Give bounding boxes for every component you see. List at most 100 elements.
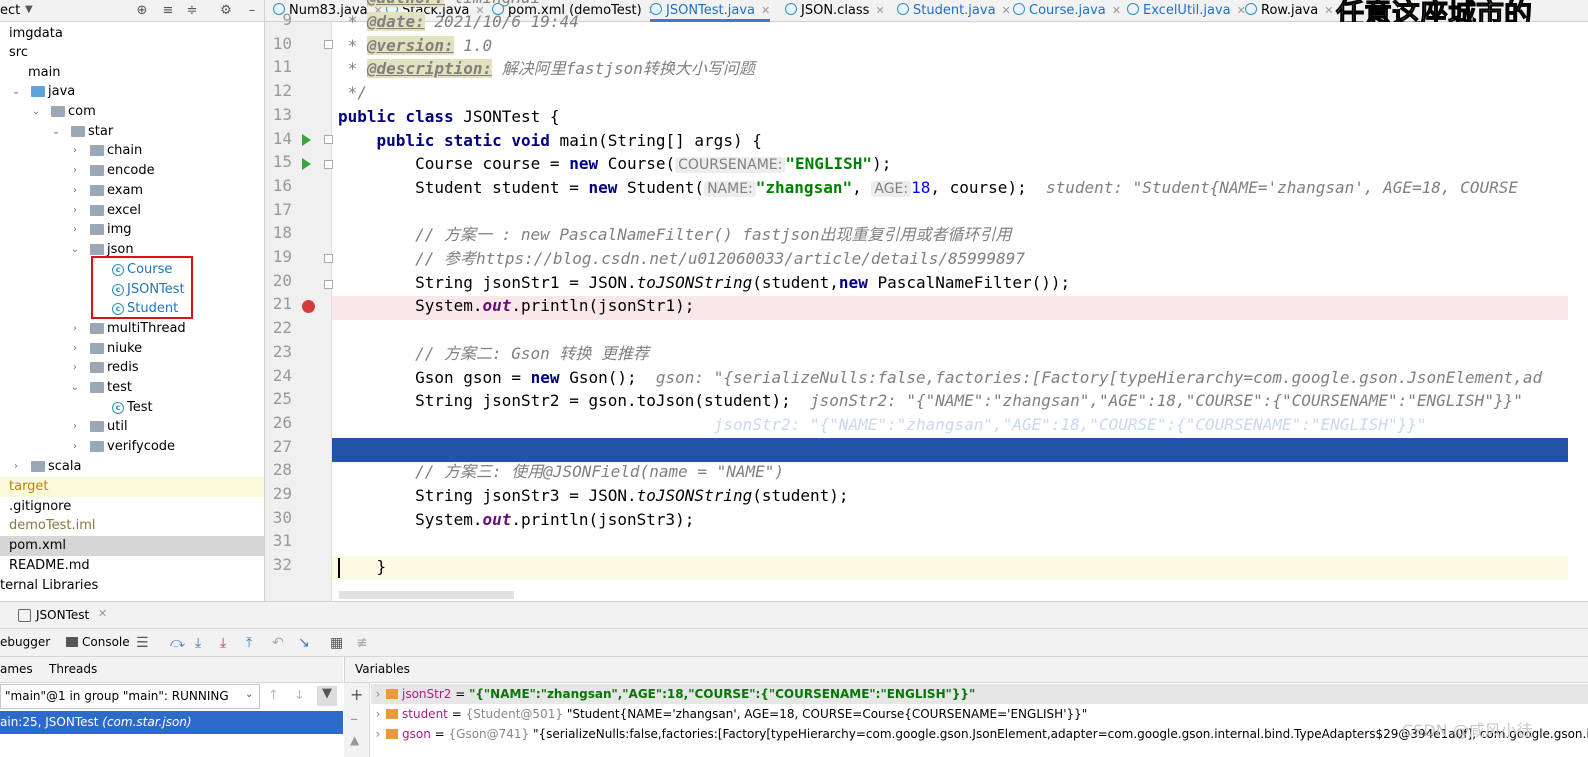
tree-item-scala[interactable]: › scala	[0, 457, 264, 477]
tree-item-test[interactable]: c Test	[0, 398, 264, 418]
fold-icon[interactable]	[324, 280, 333, 289]
tree-item-redis[interactable]: › redis	[0, 358, 264, 378]
collapse-arrow-icon[interactable]: ›	[69, 417, 81, 436]
tree-item-img[interactable]: › img	[0, 220, 264, 240]
force-step-into-icon[interactable]: ⤓	[220, 635, 226, 651]
tab-student-java[interactable]: Student.java ✕	[897, 0, 1011, 22]
variable-row[interactable]: › jsonStr2 = "{"NAME":"zhangsan","AGE":18…	[370, 684, 976, 704]
tree-item-multithread[interactable]: › multiThread	[0, 319, 264, 339]
gear-icon[interactable]: ⚙	[218, 3, 234, 19]
fold-icon[interactable]	[324, 135, 333, 144]
tree-item-test[interactable]: ⌄ test	[0, 378, 264, 398]
close-icon[interactable]: ✕	[1112, 4, 1121, 17]
layout-icon[interactable]: ≢	[356, 635, 368, 651]
tree-item-niuke[interactable]: › niuke	[0, 339, 264, 359]
down-arrow-icon[interactable]: ↓	[294, 688, 305, 703]
frames-tab[interactable]: ames	[0, 662, 33, 676]
step-into-icon[interactable]: ⤓	[195, 635, 201, 651]
chevron-down-icon[interactable]: ▼	[25, 4, 33, 15]
run-tab-label[interactable]: JSONTest	[36, 608, 89, 622]
move-up-icon[interactable]: ▲	[350, 733, 359, 747]
filter-icon[interactable]: ▼	[317, 686, 337, 706]
collapse-arrow-icon[interactable]: ›	[69, 161, 81, 180]
code-token: out	[482, 296, 512, 316]
expand-arrow-icon[interactable]: ⌄	[10, 82, 22, 101]
right-scroll-strip[interactable]	[1568, 22, 1588, 601]
fold-icon[interactable]	[324, 160, 333, 169]
tree-item-demotest-iml[interactable]: demoTest.iml	[0, 516, 264, 536]
close-icon[interactable]: ✕	[761, 4, 770, 17]
locate-icon[interactable]: ⊕	[134, 3, 150, 19]
threads-tab[interactable]: Threads	[49, 662, 97, 676]
run-main-icon[interactable]	[302, 158, 311, 170]
collapse-arrow-icon[interactable]: ›	[69, 141, 81, 160]
evaluate-icon[interactable]: ▦	[330, 635, 343, 651]
collapse-arrow-icon[interactable]: ›	[69, 339, 81, 358]
collapse-arrow-icon[interactable]: ›	[69, 319, 81, 338]
close-icon[interactable]: ✕	[1324, 4, 1333, 17]
tree-item-ternal-libraries[interactable]: ternal Libraries	[0, 576, 264, 596]
tree-item-src[interactable]: src	[0, 43, 264, 63]
minimize-icon[interactable]: –	[244, 3, 260, 19]
expand-arrow-icon[interactable]: ⌄	[30, 102, 42, 121]
expand-arrow-icon[interactable]: ⌄	[69, 240, 81, 259]
run-class-icon[interactable]	[302, 134, 311, 146]
tree-item-imgdata[interactable]: imgdata	[0, 24, 264, 44]
close-icon[interactable]: ✕	[875, 4, 884, 17]
collapse-arrow-icon[interactable]: ›	[69, 437, 81, 456]
tab-row-java[interactable]: Row.java ✕	[1245, 0, 1333, 22]
tab-course-java[interactable]: Course.java ✕	[1013, 0, 1121, 22]
expand-arrow-icon[interactable]: ⌄	[69, 378, 81, 397]
debugger-tab[interactable]: ebugger	[0, 635, 50, 649]
remove-watch-icon[interactable]: –	[350, 709, 358, 728]
tree-item-verifycode[interactable]: › verifycode	[0, 437, 264, 457]
collapse-arrow-icon[interactable]: ›	[10, 457, 22, 476]
tree-item-encode[interactable]: › encode	[0, 161, 264, 181]
code-token: }	[376, 557, 387, 577]
variable-row[interactable]: › student = {Student@501} "Student{NAME='…	[370, 704, 1088, 724]
tab-json-class[interactable]: JSON.class ✕	[785, 0, 885, 22]
tree-item-star[interactable]: ⌄ star	[0, 122, 264, 142]
expand-arrow-icon[interactable]: ›	[370, 704, 386, 724]
collapse-arrow-icon[interactable]: ›	[69, 181, 81, 200]
close-icon[interactable]: ✕	[98, 607, 107, 620]
run-to-cursor-icon[interactable]: ↘	[298, 635, 310, 651]
collapse-arrow-icon[interactable]: ›	[69, 201, 81, 220]
collapse-arrow-icon[interactable]: ›	[69, 358, 81, 377]
horizontal-scrollbar[interactable]	[339, 591, 514, 599]
tab-jsontest-java[interactable]: JSONTest.java ✕	[650, 0, 771, 22]
tree-item-com[interactable]: ⌄ com	[0, 102, 264, 122]
tree-item-excel[interactable]: › excel	[0, 201, 264, 221]
tab-excelutil-java[interactable]: ExcelUtil.java ✕	[1127, 0, 1246, 22]
collapse-arrow-icon[interactable]: ›	[69, 220, 81, 239]
step-over-icon[interactable]: ⤼	[170, 635, 185, 651]
tree-item-main[interactable]: main	[0, 63, 264, 83]
tree-item-chain[interactable]: › chain	[0, 141, 264, 161]
tree-item-pom-xml[interactable]: pom.xml	[0, 536, 264, 556]
add-watch-icon[interactable]: +	[350, 685, 363, 704]
console-tab[interactable]: Console	[82, 635, 130, 649]
fold-icon[interactable]	[324, 40, 333, 49]
expand-arrow-icon[interactable]: ›	[370, 724, 386, 744]
tree-item--gitignore[interactable]: .gitignore	[0, 497, 264, 517]
breakpoint-icon[interactable]	[302, 300, 315, 313]
close-icon[interactable]: ✕	[1002, 4, 1011, 17]
up-arrow-icon[interactable]: ↑	[268, 688, 279, 703]
menu-icon[interactable]: ☰	[136, 635, 149, 651]
thread-select[interactable]: "main"@1 in group "main": RUNNING ⌄	[0, 684, 260, 709]
fold-icon[interactable]	[324, 254, 333, 263]
collapse-all-icon[interactable]: ≡	[160, 3, 176, 19]
tree-item-java[interactable]: ⌄ java	[0, 82, 264, 102]
tree-item-exam[interactable]: › exam	[0, 181, 264, 201]
frame-selected[interactable]: ain:25, JSONTest (com.star.json)	[0, 711, 343, 734]
drop-frame-icon[interactable]: ↶	[272, 635, 284, 651]
expand-all-icon[interactable]: ≑	[184, 3, 200, 19]
expand-arrow-icon[interactable]: ⌄	[50, 122, 62, 141]
code-token: 2021/10/6 19:44	[424, 12, 579, 31]
tree-item-readme-md[interactable]: README.md	[0, 556, 264, 576]
expand-arrow-icon[interactable]: ›	[370, 684, 386, 704]
tree-item-util[interactable]: › util	[0, 417, 264, 437]
project-title[interactable]: ect	[0, 3, 20, 18]
step-out-icon[interactable]: ⤒	[246, 635, 252, 651]
tree-item-target[interactable]: target	[0, 477, 264, 497]
